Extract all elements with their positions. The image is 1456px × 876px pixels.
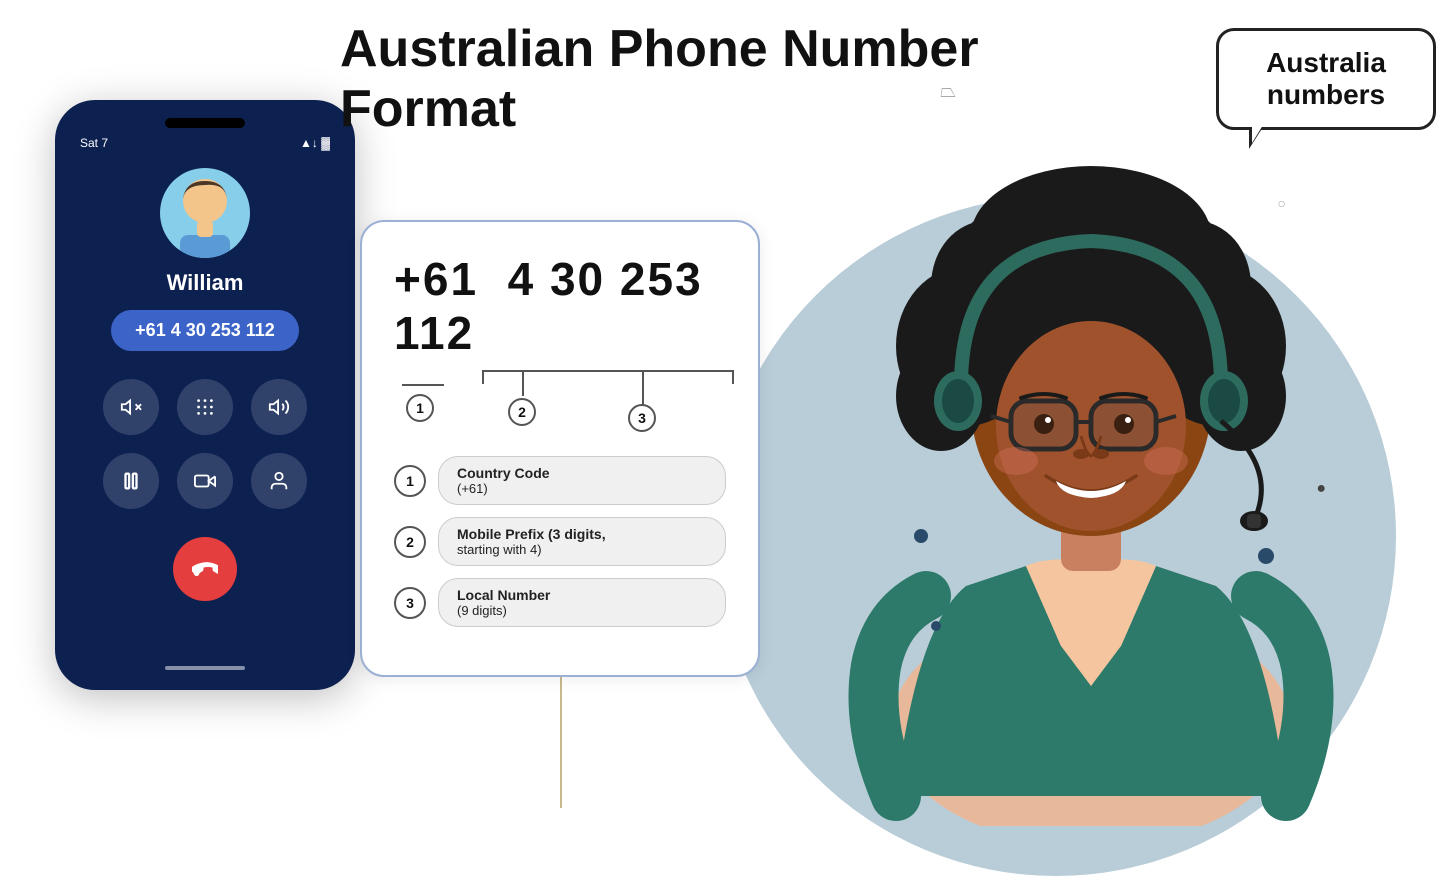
end-call-btn[interactable] xyxy=(173,537,237,601)
format-card: +61 4 30 253 112 1 2 3 1 Country Code (+… xyxy=(360,220,760,677)
legend-pill-3: Local Number (9 digits) xyxy=(438,578,726,627)
phone-signal: ▲↓ ▓ xyxy=(300,136,330,150)
format-number: +61 4 30 253 112 xyxy=(394,252,726,360)
legend-num-1: 1 xyxy=(394,465,426,497)
phone-action-buttons xyxy=(103,379,307,509)
phone-status-bar: Sat 7 ▲↓ ▓ xyxy=(70,136,340,150)
phone-number-display: +61 4 30 253 112 xyxy=(111,310,299,351)
brace-top xyxy=(482,370,732,372)
line-1 xyxy=(402,384,444,386)
caller-avatar xyxy=(160,168,250,258)
phone-time: Sat 7 xyxy=(80,136,108,150)
phone-notch xyxy=(165,118,245,128)
pause-btn[interactable] xyxy=(103,453,159,509)
caller-name: William xyxy=(167,270,244,296)
mute-btn[interactable] xyxy=(103,379,159,435)
contact-btn[interactable] xyxy=(251,453,307,509)
keypad-btn[interactable] xyxy=(177,379,233,435)
annotation-3: 3 xyxy=(628,404,656,432)
annotation-2: 2 xyxy=(508,398,536,426)
legend-num-3: 3 xyxy=(394,587,426,619)
video-btn[interactable] xyxy=(177,453,233,509)
brace-mid-left xyxy=(522,370,524,396)
speech-bubble: Australia numbers xyxy=(1216,28,1436,130)
brace-right xyxy=(732,370,734,384)
phone-mockup: Sat 7 ▲↓ ▓ William +61 4 30 253 112 xyxy=(55,100,355,690)
character-illustration xyxy=(766,46,1416,826)
annotation-1: 1 xyxy=(406,394,434,422)
legend-item-1: 1 Country Code (+61) xyxy=(394,456,726,505)
legend-num-2: 2 xyxy=(394,526,426,558)
legend-pill-2: Mobile Prefix (3 digits, starting with 4… xyxy=(438,517,726,566)
speaker-btn[interactable] xyxy=(251,379,307,435)
page-title: Australian Phone Number Format xyxy=(340,20,979,140)
legend-pill-1: Country Code (+61) xyxy=(438,456,726,505)
phone-home-indicator xyxy=(165,666,245,670)
brace-left xyxy=(482,370,484,384)
legend-item-3: 3 Local Number (9 digits) xyxy=(394,578,726,627)
format-diagram: 1 2 3 xyxy=(394,366,726,436)
legend-item-2: 2 Mobile Prefix (3 digits, starting with… xyxy=(394,517,726,566)
